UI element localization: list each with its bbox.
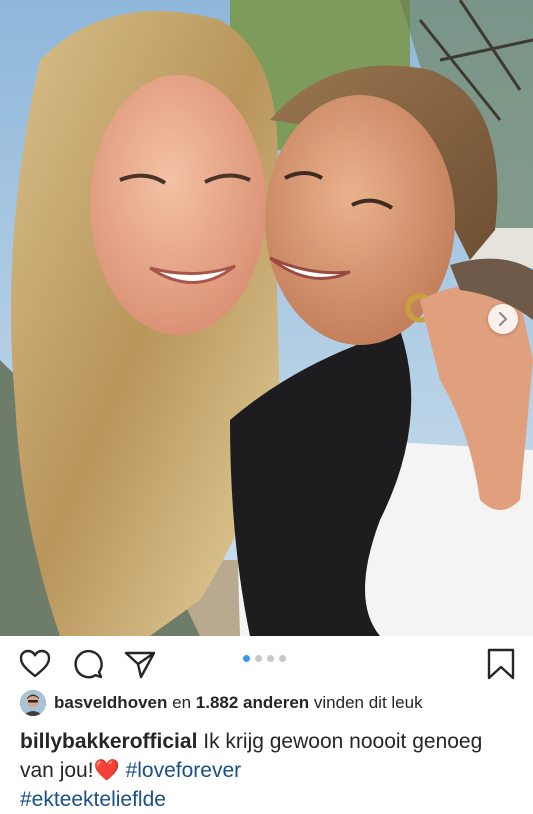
post-caption: billybakkerofficial Ik krijg gewoon nooo… [20, 727, 520, 814]
carousel-indicator [243, 655, 286, 662]
liker-username[interactable]: basveldhoven [54, 693, 167, 713]
hashtag-link[interactable]: #loveforever [126, 759, 242, 782]
bookmark-icon[interactable] [484, 647, 518, 681]
caption-username[interactable]: billybakkerofficial [20, 730, 197, 753]
likes-count[interactable]: 1.882 anderen [196, 693, 309, 713]
likes-connector: en [172, 693, 192, 712]
photo-illustration [0, 0, 533, 636]
carousel-dot-active [243, 655, 250, 662]
post-photo[interactable] [0, 0, 533, 636]
carousel-next-button[interactable] [488, 304, 518, 334]
comment-icon[interactable] [71, 647, 105, 681]
heart-emoji: ❤️ [93, 759, 120, 782]
heart-icon[interactable] [18, 647, 52, 681]
avatar[interactable] [20, 690, 46, 716]
likes-suffix: vinden dit leuk [313, 693, 423, 712]
carousel-dot [255, 655, 262, 662]
carousel-dot [279, 655, 286, 662]
carousel-dot [267, 655, 274, 662]
send-icon[interactable] [123, 647, 157, 681]
chevron-right-icon [497, 312, 509, 326]
likes-summary: basveldhoven en 1.882 anderen vinden dit… [20, 689, 423, 717]
